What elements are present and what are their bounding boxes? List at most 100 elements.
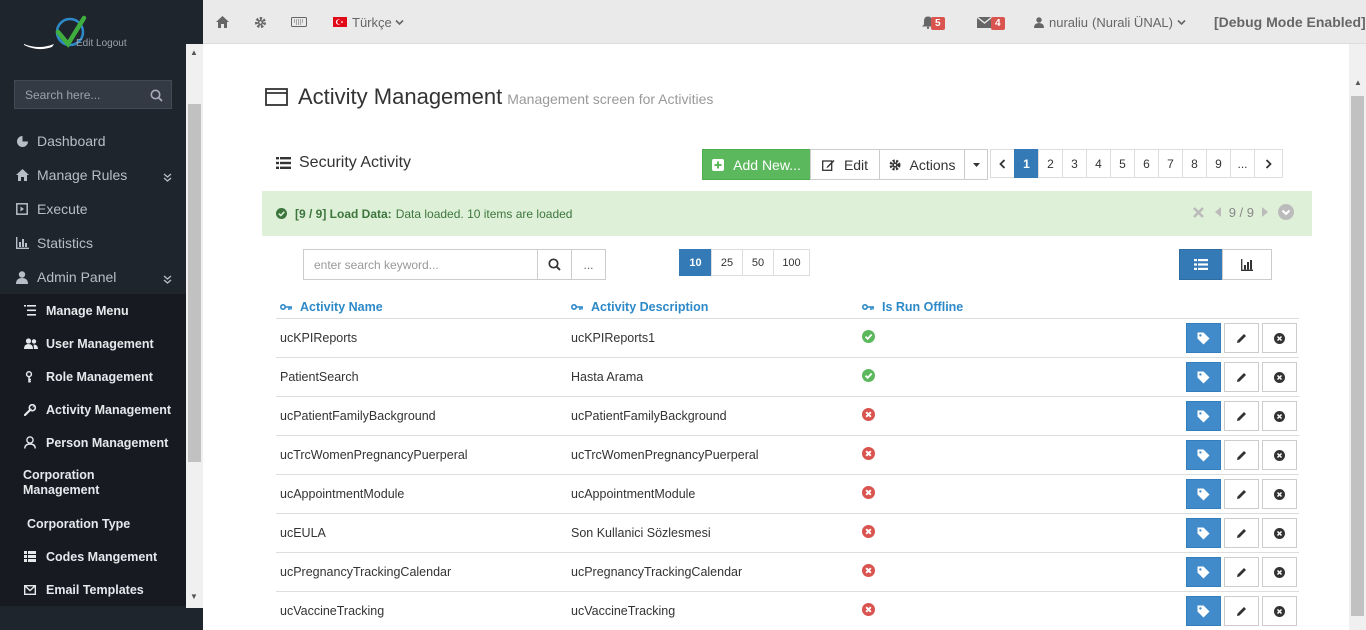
- sidebar-scrollbar[interactable]: ▲ ▼: [186, 44, 203, 608]
- expand-circle-icon[interactable]: [1278, 204, 1294, 220]
- tag-button[interactable]: [1186, 440, 1221, 470]
- delete-row-button[interactable]: [1262, 440, 1297, 470]
- notifications-button[interactable]: 5: [922, 0, 945, 44]
- add-new-button[interactable]: Add New...: [702, 149, 811, 180]
- table-search-input[interactable]: enter search keyword...: [303, 249, 538, 280]
- delete-row-button[interactable]: [1262, 479, 1297, 509]
- edit-row-button[interactable]: [1224, 401, 1259, 431]
- keyboard-icon[interactable]: [291, 0, 307, 44]
- messages-button[interactable]: 4: [977, 0, 1005, 44]
- column-header-activity-description[interactable]: Activity Description: [571, 300, 708, 314]
- delete-row-button[interactable]: [1262, 596, 1297, 626]
- list-view-button[interactable]: [1179, 249, 1223, 280]
- pagination-page[interactable]: 8: [1182, 149, 1207, 178]
- tag-button[interactable]: [1186, 479, 1221, 509]
- actions-button[interactable]: Actions: [879, 149, 965, 180]
- sidebar-item-manage-rules[interactable]: Manage Rules: [0, 158, 186, 192]
- sidebar-scrollbar-thumb[interactable]: [188, 104, 201, 462]
- edit-button[interactable]: Edit: [810, 149, 880, 180]
- language-selector[interactable]: Türkçe: [333, 0, 404, 44]
- sidebar-item-activity-management[interactable]: Activity Management: [0, 393, 186, 426]
- pagination-page[interactable]: 9: [1206, 149, 1231, 178]
- delete-row-button[interactable]: [1262, 323, 1297, 353]
- pagination-page[interactable]: 1: [1014, 149, 1039, 178]
- table-row[interactable]: ucAppointmentModule ucAppointmentModule: [276, 475, 1299, 514]
- pagination-page[interactable]: 6: [1134, 149, 1159, 178]
- sidebar-item-statistics[interactable]: Statistics: [0, 226, 186, 260]
- column-header-activity-name[interactable]: Activity Name: [280, 300, 383, 314]
- scroll-up-icon[interactable]: ▲: [1354, 78, 1362, 87]
- chevron-right-icon: [1265, 158, 1272, 169]
- close-icon[interactable]: [1192, 206, 1205, 219]
- page-size-option[interactable]: 25: [711, 249, 743, 276]
- alert-next-icon[interactable]: [1261, 207, 1268, 217]
- sidebar-item-dashboard[interactable]: Dashboard: [0, 124, 186, 158]
- sidebar-item-admin-panel[interactable]: Admin Panel: [0, 260, 186, 294]
- alert-prev-icon[interactable]: [1214, 207, 1222, 217]
- gear-icon[interactable]: [254, 0, 267, 44]
- pagination-page[interactable]: 4: [1086, 149, 1111, 178]
- delete-row-button[interactable]: [1262, 401, 1297, 431]
- tag-button[interactable]: [1186, 518, 1221, 548]
- table-row[interactable]: ucPatientFamilyBackground ucPatientFamily…: [276, 397, 1299, 436]
- edit-row-button[interactable]: [1224, 362, 1259, 392]
- advanced-search-button[interactable]: ...: [571, 249, 606, 280]
- chart-view-button[interactable]: [1222, 249, 1272, 280]
- main-scrollbar[interactable]: ▲: [1349, 44, 1366, 630]
- row-actions: [1183, 401, 1297, 431]
- sidebar-search-input[interactable]: Search here...: [14, 80, 172, 109]
- edit-row-button[interactable]: [1224, 440, 1259, 470]
- table-row[interactable]: ucTrcWomenPregnancyPuerperal ucTrcWomenPr…: [276, 436, 1299, 475]
- edit-row-button[interactable]: [1224, 479, 1259, 509]
- delete-row-button[interactable]: [1262, 518, 1297, 548]
- tag-button[interactable]: [1186, 557, 1221, 587]
- tag-button[interactable]: [1186, 362, 1221, 392]
- pencil-icon: [1236, 333, 1247, 344]
- table-row[interactable]: ucKPIReports ucKPIReports1: [276, 319, 1299, 358]
- table-row[interactable]: ucEULA Son Kullanici Sözlesmesi: [276, 514, 1299, 553]
- pagination-page[interactable]: ...: [1230, 149, 1255, 178]
- page-size-option[interactable]: 50: [742, 249, 774, 276]
- sidebar-search-placeholder: Search here...: [25, 88, 101, 102]
- pagination-page[interactable]: 3: [1062, 149, 1087, 178]
- search-icon[interactable]: [150, 89, 163, 105]
- pagination-next[interactable]: [1254, 149, 1283, 178]
- sidebar-item-codes-mangement[interactable]: Codes Mangement: [0, 540, 186, 573]
- delete-row-button[interactable]: [1262, 557, 1297, 587]
- pagination-prev[interactable]: [990, 149, 1015, 178]
- sidebar-item-label: Execute: [37, 201, 88, 217]
- logo-links[interactable]: Edit Logout: [76, 38, 127, 49]
- page-size-option[interactable]: 10: [679, 249, 712, 276]
- tag-button[interactable]: [1186, 323, 1221, 353]
- page-size-option[interactable]: 100: [773, 249, 810, 276]
- edit-row-button[interactable]: [1224, 323, 1259, 353]
- column-header-is-run-offline[interactable]: Is Run Offline: [862, 300, 963, 314]
- tag-button[interactable]: [1186, 401, 1221, 431]
- table-search-button[interactable]: [537, 249, 572, 280]
- home-icon[interactable]: [216, 0, 229, 44]
- edit-row-button[interactable]: [1224, 557, 1259, 587]
- table-row[interactable]: ucPregnancyTrackingCalendar ucPregnancyTr…: [276, 553, 1299, 592]
- actions-dropdown-toggle[interactable]: [964, 149, 988, 180]
- main-scrollbar-thumb[interactable]: [1351, 96, 1364, 616]
- sidebar-item-corporation-type[interactable]: Corporation Type: [0, 507, 186, 540]
- edit-row-button[interactable]: [1224, 518, 1259, 548]
- pagination-page[interactable]: 5: [1110, 149, 1135, 178]
- pagination-page[interactable]: 2: [1038, 149, 1063, 178]
- sidebar-item-person-management[interactable]: Person Management: [0, 426, 186, 459]
- sidebar-item-corporation-management[interactable]: Corporation Management: [0, 459, 186, 507]
- tag-button[interactable]: [1186, 596, 1221, 626]
- sidebar-item-manage-menu[interactable]: Manage Menu: [0, 294, 186, 327]
- edit-row-button[interactable]: [1224, 596, 1259, 626]
- user-menu[interactable]: nuraliu (Nurali ÜNAL): [1034, 0, 1186, 44]
- sidebar-item-user-management[interactable]: User Management: [0, 327, 186, 360]
- sidebar-item-role-management[interactable]: Role Management: [0, 360, 186, 393]
- delete-row-button[interactable]: [1262, 362, 1297, 392]
- table-row[interactable]: ucVaccineTracking ucVaccineTracking: [276, 592, 1299, 630]
- table-row[interactable]: PatientSearch Hasta Arama: [276, 358, 1299, 397]
- scroll-down-icon[interactable]: ▼: [190, 592, 198, 601]
- sidebar-item-email-templates[interactable]: Email Templates: [0, 573, 186, 606]
- scroll-up-icon[interactable]: ▲: [190, 48, 198, 57]
- pagination-page[interactable]: 7: [1158, 149, 1183, 178]
- sidebar-item-execute[interactable]: Execute: [0, 192, 186, 226]
